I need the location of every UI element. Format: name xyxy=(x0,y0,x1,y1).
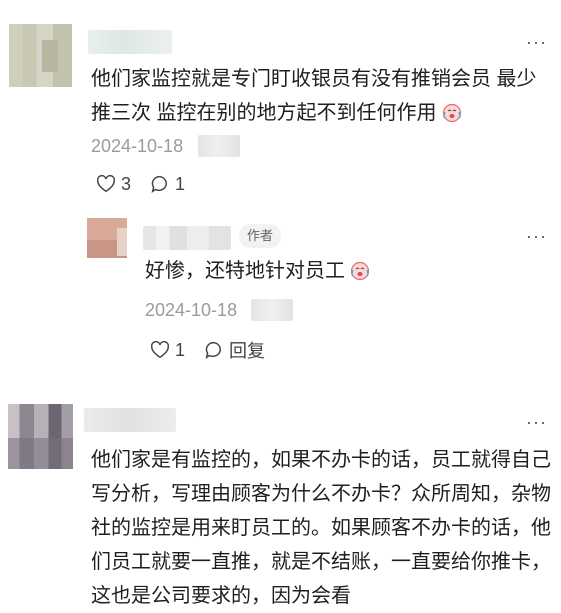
comment-text: 好惨，还特地针对员工 xyxy=(145,254,525,288)
username-blurred[interactable] xyxy=(143,226,231,250)
username-blurred[interactable] xyxy=(88,30,172,54)
comment-date: 2024-10-18 xyxy=(91,136,184,156)
heart-icon xyxy=(96,174,116,193)
like-count: 3 xyxy=(121,173,132,194)
reply-label: 回复 xyxy=(229,341,266,361)
reply-count: 1 xyxy=(175,173,186,194)
like-button[interactable]: 3 xyxy=(95,173,131,195)
like-button[interactable]: 1 xyxy=(149,339,185,361)
crying-face-emoji-icon xyxy=(442,103,461,122)
crying-face-emoji-icon xyxy=(350,261,370,280)
more-options-icon[interactable]: ··· xyxy=(526,32,547,53)
like-count: 1 xyxy=(175,339,186,360)
comment-text: 他们家监控就是专门盯收银员有没有推销会员 最少推三次 监控在别的地方起不到任何作… xyxy=(91,68,537,124)
reply-button[interactable]: 1 xyxy=(149,173,185,195)
more-options-icon[interactable]: ··· xyxy=(526,226,547,247)
location-blurred xyxy=(251,299,293,321)
username-blurred[interactable] xyxy=(84,408,176,432)
comment-bubble-icon xyxy=(205,341,222,359)
comment-actions: 3 1 xyxy=(95,173,203,195)
comment-actions: 1 回复 xyxy=(149,337,283,363)
comment-text: 他们家是有监控的，如果不办卡的话，员工就得自己写分析，写理由顾客为什么不办卡？众… xyxy=(91,449,551,607)
comment-date: 2024-10-18 xyxy=(145,300,238,320)
author-badge: 作者 xyxy=(239,224,282,248)
avatar[interactable] xyxy=(87,218,127,258)
avatar[interactable] xyxy=(9,24,72,87)
location-blurred xyxy=(198,135,240,157)
comment-bubble-icon xyxy=(151,175,168,193)
reply-button[interactable]: 回复 xyxy=(203,337,265,363)
more-options-icon[interactable]: ··· xyxy=(526,412,547,433)
avatar[interactable] xyxy=(8,404,73,469)
heart-icon xyxy=(150,340,170,359)
